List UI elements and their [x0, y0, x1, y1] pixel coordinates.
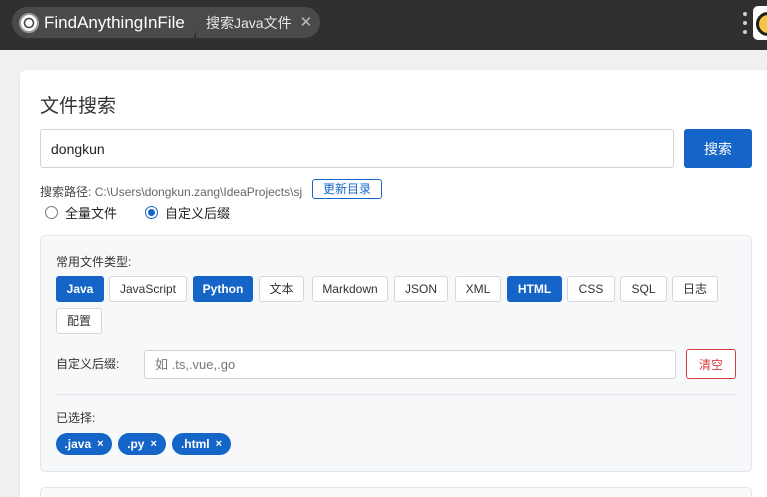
radio-custom-suffix[interactable]: 自定义后缀: [145, 203, 230, 222]
type-text-button[interactable]: 文本: [259, 276, 304, 302]
app-tab[interactable]: FindAnythingInFile: [12, 7, 193, 38]
remove-icon[interactable]: ×: [97, 438, 103, 450]
type-javascript-button[interactable]: JavaScript: [109, 276, 187, 302]
type-html-button[interactable]: HTML: [507, 276, 562, 302]
clear-button[interactable]: 清空: [686, 349, 736, 379]
extension-icon[interactable]: [753, 6, 767, 40]
radio-all-files[interactable]: 全量文件: [45, 203, 117, 222]
remove-icon[interactable]: ×: [216, 438, 222, 450]
selected-chip-py[interactable]: .py ×: [118, 433, 166, 455]
type-java-button[interactable]: Java: [56, 276, 104, 302]
close-icon[interactable]: ✕: [300, 15, 313, 30]
app-logo-icon: [19, 12, 39, 33]
search-path-value: C:\Users\dongkun.zang\IdeaProjects\sj: [94, 185, 303, 199]
search-path-label: 搜索路径:: [40, 185, 92, 199]
selected-chip-html[interactable]: .html ×: [172, 433, 231, 455]
common-types-label: 常用文件类型:: [56, 255, 132, 269]
type-python-button[interactable]: Python: [193, 276, 253, 302]
type-config-button[interactable]: 配置: [56, 308, 102, 334]
search-input[interactable]: [40, 129, 674, 168]
search-button[interactable]: 搜索: [684, 129, 752, 168]
chip-label: .html: [180, 437, 210, 451]
type-markdown-button[interactable]: Markdown: [312, 276, 388, 302]
tab-search-java[interactable]: 搜索Java文件 ✕: [196, 7, 320, 38]
type-xml-button[interactable]: XML: [455, 276, 501, 302]
radio-all-files-label: 全量文件: [65, 206, 118, 221]
results-panel: [40, 487, 752, 497]
radio-custom-suffix-label: 自定义后缀: [165, 206, 231, 221]
type-json-button[interactable]: JSON: [394, 276, 448, 302]
chip-label: .java: [64, 437, 92, 451]
type-sql-button[interactable]: SQL: [620, 276, 667, 302]
custom-suffix-label: 自定义后缀:: [56, 357, 120, 371]
title-bar: FindAnythingInFile 搜索Java文件 ✕: [0, 0, 767, 50]
tab-label: 搜索Java文件: [206, 14, 292, 31]
radio-unchecked-icon[interactable]: [45, 206, 58, 219]
remove-icon[interactable]: ×: [150, 438, 156, 450]
divider: [56, 394, 736, 395]
type-css-button[interactable]: CSS: [567, 276, 615, 302]
page-title: 文件搜索: [40, 96, 117, 117]
custom-suffix-input[interactable]: [144, 350, 676, 379]
refresh-directory-button[interactable]: 更新目录: [312, 179, 382, 199]
selected-label: 已选择:: [56, 411, 96, 425]
chip-label: .py: [127, 437, 145, 451]
type-log-button[interactable]: 日志: [672, 276, 718, 302]
more-menu-icon[interactable]: [742, 12, 748, 34]
app-name: FindAnythingInFile: [44, 12, 185, 32]
radio-checked-icon[interactable]: [145, 206, 158, 219]
search-path: 搜索路径: C:\Users\dongkun.zang\IdeaProjects…: [40, 183, 302, 200]
selected-chip-java[interactable]: .java ×: [56, 433, 112, 455]
